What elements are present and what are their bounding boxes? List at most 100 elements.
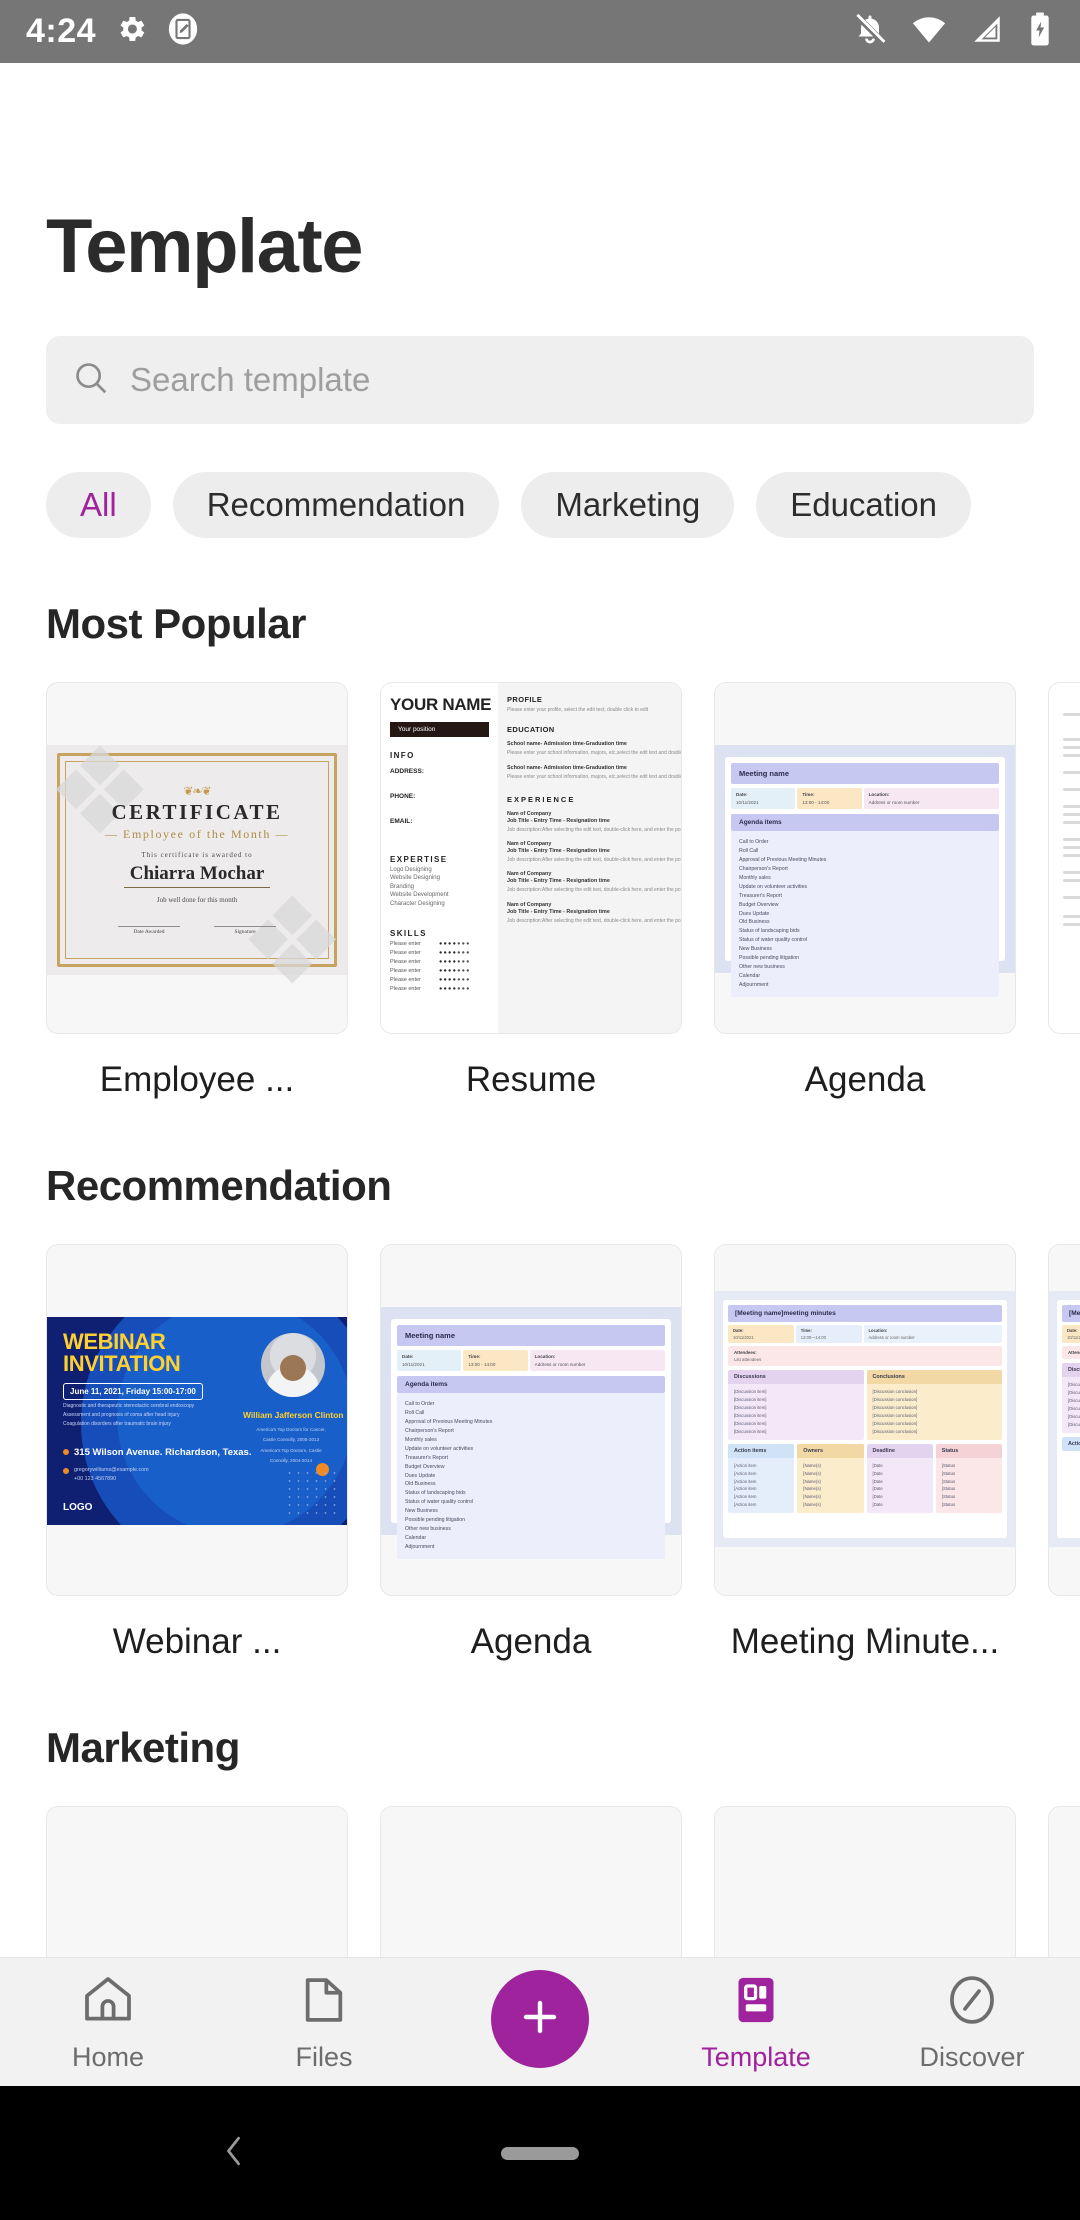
template-thumbnail[interactable]: Meeting name Date: 10/11/2021 Time: 13:00 …: [714, 682, 1016, 1034]
minutes-table-col-deadline: Deadline [Date [Date [Date [Date [Date […: [866, 1443, 933, 1514]
agenda-item: Monthly sales: [405, 1436, 437, 1443]
minutes-table-cell: [Action item: [734, 1470, 757, 1476]
template-thumbnail[interactable]: ❖ ❖ ❦❧❦ CERTIFICATE — Employee of the Mo…: [46, 682, 348, 1034]
agenda-item: Approval of Previous Meeting Minutes: [405, 1418, 493, 1425]
card-row-recommendation[interactable]: WEBINAR INVITATION June 11, 2021, Friday…: [0, 1210, 1080, 1662]
agenda-item: Approval of Previous Meeting Minutes: [739, 856, 827, 863]
minutes-table-cell: [Name(s): [803, 1462, 821, 1468]
agenda-meta-value: Address or room number: [868, 800, 920, 805]
template-thumbnail[interactable]: YOUR NAME Your position INFO ADDRESS: PH…: [380, 682, 682, 1034]
template-card-webinar[interactable]: WEBINAR INVITATION June 11, 2021, Friday…: [46, 1244, 348, 1662]
template-card-agenda[interactable]: Meeting name Date: 10/11/2021 Time: 13:00 …: [714, 682, 1016, 1100]
bullet-dot-icon: [63, 1449, 69, 1456]
search-placeholder: Search template: [130, 361, 371, 398]
webinar-dot-grid: [285, 1469, 339, 1519]
chip-all[interactable]: All: [46, 472, 151, 538]
agenda-item: Dues Update: [739, 910, 770, 917]
chevron-left-icon[interactable]: [212, 2129, 256, 2178]
template-thumbnail[interactable]: [Meeting name]meeting minutes Date: 10/11…: [714, 1244, 1016, 1596]
template-thumbnail[interactable]: WEBINAR INVITATION June 11, 2021, Friday…: [46, 1244, 348, 1596]
webinar-speaker-credit: America's Top Doctors, Castle: [260, 1447, 322, 1453]
search-input[interactable]: Search template: [46, 336, 1034, 424]
agenda-item: Calendar: [405, 1535, 427, 1542]
chip-recommendation[interactable]: Recommendation: [172, 472, 500, 538]
minutes-table-col-status: Status [Status [Status [Status [Status […: [935, 1443, 1002, 1514]
nav-item-home[interactable]: Home: [23, 1972, 193, 2073]
template-card-meeting-minutes-partial[interactable]: [Meeting name]meeting minutes Date: 10/11…: [1048, 1244, 1080, 1662]
minutes-discussion-item: [Discussion item]: [1068, 1405, 1080, 1411]
template-card-resume[interactable]: YOUR NAME Your position INFO ADDRESS: PH…: [380, 682, 682, 1100]
webinar-address: 315 Wilson Avenue. Richardson, Texas.: [74, 1446, 252, 1458]
agenda-meta-date: Date: 10/11/2021: [397, 1350, 462, 1371]
agenda-meta-location: Location: Address or room number: [863, 788, 999, 809]
agenda-meta-location: Location: Address or room number: [529, 1350, 665, 1371]
agenda-item: Chairperson's Report: [405, 1427, 454, 1434]
minutes-table-header: Action items: [728, 1443, 795, 1458]
minutes-table-col-owners: Owners [Name(s) [Name(s) [Name(s) [Name(…: [797, 1443, 864, 1514]
nav-item-create[interactable]: [455, 1970, 625, 2068]
minutes-discussion-item: [Discussion item]: [734, 1389, 767, 1394]
resume-art: YOUR NAME Your position INFO ADDRESS: PH…: [381, 683, 681, 1033]
resume-company: Nam of Company: [507, 901, 552, 908]
template-card-label: M: [1048, 1622, 1080, 1662]
chip-marketing[interactable]: Marketing: [521, 472, 735, 538]
agenda-title: Meeting name: [731, 763, 999, 784]
template-card-agenda[interactable]: Meeting name Date: 10/11/2021 Time: 13:00 …: [380, 1244, 682, 1662]
agenda-item: Other new business: [739, 964, 785, 971]
minutes-meta-label: Date:: [1067, 1328, 1078, 1333]
minutes-attendees-label: Attendees:: [734, 1350, 757, 1355]
resume-skill-row: Please enter ●●●●●●●: [390, 941, 489, 947]
section-title-most-popular: Most Popular: [46, 600, 307, 647]
agenda-meta-label: Date:: [736, 792, 748, 797]
agenda-items-heading: Agenda items: [731, 814, 999, 831]
bottom-navigation-bar[interactable]: Home Files Template Discover: [0, 1957, 1080, 2086]
template-thumbnail[interactable]: [1048, 682, 1080, 1034]
nav-item-files[interactable]: Files: [239, 1972, 409, 2073]
app-content: Template Search template All Recommendat…: [0, 63, 1080, 2023]
template-card-job-letter[interactable]: Jo: [1048, 682, 1080, 1100]
minutes-table-cell: [Date: [872, 1486, 883, 1492]
category-chip-row[interactable]: All Recommendation Marketing Education: [0, 424, 1080, 538]
resume-expertise-item: Website Development: [390, 892, 449, 898]
minutes-table-header: Status: [935, 1443, 1002, 1458]
minutes-table-cell: [Action item: [734, 1486, 757, 1492]
resume-profile-text: Please enter your profile, select the ed…: [507, 707, 649, 713]
agenda-item: Status of landscaping bids: [739, 928, 800, 935]
home-pill-icon[interactable]: [501, 2146, 579, 2160]
minutes-meta-value: 13:00—14:00: [800, 1335, 826, 1340]
chip-education[interactable]: Education: [756, 472, 971, 538]
certificate-date-label: Date Awarded: [118, 926, 180, 935]
template-card-label: Resume: [465, 1060, 597, 1099]
template-thumbnail[interactable]: [Meeting name]meeting minutes Date: 10/11…: [1048, 1244, 1080, 1596]
minutes-meta-location: Location: Address or room number: [863, 1325, 1002, 1343]
template-card-meeting-minutes[interactable]: [Meeting name]meeting minutes Date: 10/11…: [714, 1244, 1016, 1662]
create-fab-button[interactable]: [491, 1970, 589, 2068]
agenda-item: Possible pending litigation: [405, 1517, 465, 1524]
agenda-meta-time: Time: 13:00 - 14:00: [463, 1350, 528, 1371]
minutes-table-cell: [Date: [872, 1494, 883, 1500]
minutes-table-cell: [Name(s): [803, 1470, 821, 1476]
resume-name: YOUR NAME: [390, 695, 492, 714]
card-row-most-popular[interactable]: ❖ ❖ ❦❧❦ CERTIFICATE — Employee of the Mo…: [0, 648, 1080, 1100]
agenda-item: Status of water quality control: [739, 937, 808, 944]
nav-item-discover[interactable]: Discover: [887, 1972, 1057, 2073]
minutes-table-cell: [Name(s): [803, 1502, 821, 1508]
minutes-discussion-item: [Discussion item]: [734, 1428, 767, 1434]
certificate-subheading: — Employee of the Month —: [104, 827, 290, 841]
template-card-label: Agenda: [804, 1060, 926, 1099]
resume-skill-row: Please enter ●●●●●●●: [390, 968, 489, 974]
minutes-table-header: Owners: [797, 1443, 864, 1458]
agenda-item: Adjournment: [405, 1544, 435, 1550]
agenda-item: Update on volunteer activities: [739, 883, 808, 890]
resume-job-desc: Job description:After selecting the edit…: [507, 887, 681, 894]
template-card-label: Jo: [1048, 1060, 1080, 1100]
status-bar-left: 4:24: [26, 12, 200, 51]
bell-off-icon: [852, 11, 888, 52]
minutes-table-cell: [Date: [872, 1478, 883, 1484]
android-navigation-bar[interactable]: [0, 2086, 1080, 2220]
nav-item-template[interactable]: Template: [671, 1972, 841, 2073]
minutes-discussion-item: [Discussion item]: [1068, 1413, 1080, 1419]
template-thumbnail[interactable]: Meeting name Date: 10/11/2021 Time: 13:00 …: [380, 1244, 682, 1596]
certificate-awarded-label: This certificate is awarded to: [141, 851, 253, 859]
template-card-employee-certificate[interactable]: ❖ ❖ ❦❧❦ CERTIFICATE — Employee of the Mo…: [46, 682, 348, 1100]
